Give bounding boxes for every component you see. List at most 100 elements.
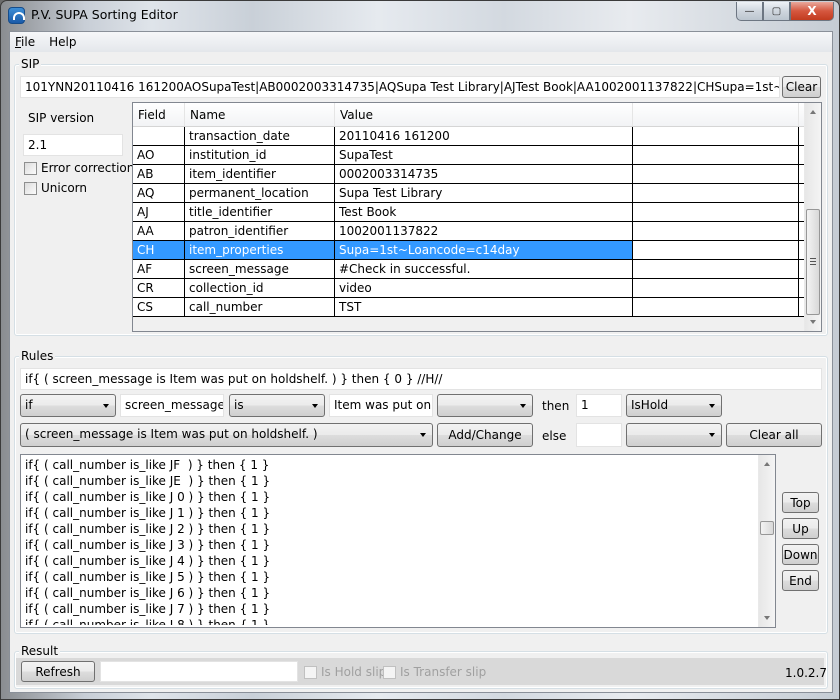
cell-value[interactable]: 20110416 161200 (335, 127, 633, 145)
clear-all-button[interactable]: Clear all (726, 423, 822, 447)
error-correction-checkbox[interactable]: Error correction (24, 161, 134, 175)
close-button[interactable]: X (790, 2, 834, 21)
is-hold-slip-box[interactable] (304, 665, 317, 679)
grid-row[interactable]: AO institution_id SupaTest (133, 146, 805, 165)
sip-version-input[interactable]: 2.1 (23, 134, 123, 156)
column-header-extra[interactable] (633, 103, 799, 126)
cell-extra[interactable] (633, 279, 799, 297)
title-bar[interactable]: P.V. SUPA Sorting Editor — ▢ X (1, 1, 839, 31)
cell-value[interactable]: Supa Test Library (335, 184, 633, 202)
cell-field[interactable]: CR (133, 279, 185, 297)
cell-value[interactable]: Test Book (335, 203, 633, 221)
cell-extra[interactable] (633, 127, 799, 145)
column-header-value[interactable]: Value (335, 103, 633, 126)
rule-list-item[interactable]: if{ ( call_number is_like JF ) } then { … (25, 457, 755, 473)
cell-name[interactable]: transaction_date (185, 127, 335, 145)
cell-value[interactable]: 1002001137822 (335, 222, 633, 240)
unicorn-box[interactable] (24, 181, 37, 195)
cell-value[interactable]: TST (335, 298, 633, 316)
rule-list-item[interactable]: if{ ( call_number is_like J 1 ) } then {… (25, 505, 755, 521)
add-change-button[interactable]: Add/Change (437, 423, 533, 447)
cell-value[interactable]: video (335, 279, 633, 297)
condition-value-input[interactable]: Item was put on h (329, 394, 433, 417)
rules-scrollbar[interactable] (758, 455, 775, 627)
column-header-field[interactable]: Field (133, 103, 185, 126)
cell-field[interactable]: CH (133, 241, 185, 259)
rules-scroll-thumb[interactable] (760, 521, 774, 535)
cell-extra[interactable] (633, 222, 799, 240)
else-value-input[interactable] (576, 423, 622, 447)
result-output[interactable] (100, 661, 298, 682)
move-down-button[interactable]: Down (782, 544, 819, 565)
current-rule-input[interactable]: if{ ( screen_message is Item was put on … (20, 368, 822, 390)
if-combo[interactable]: if (20, 394, 116, 417)
cell-value[interactable]: 0002003314735 (335, 165, 633, 183)
rules-list[interactable]: if{ ( call_number is_like JF ) } then { … (20, 454, 776, 628)
cell-name[interactable]: call_number (185, 298, 335, 316)
is-transfer-slip-box[interactable] (383, 665, 396, 679)
column-header-name[interactable]: Name (185, 103, 335, 126)
scroll-up-icon[interactable] (764, 462, 770, 466)
clear-sip-button[interactable]: Clear (782, 76, 821, 98)
grid-row[interactable]: AA patron_identifier 1002001137822 (133, 222, 805, 241)
cell-name[interactable]: permanent_location (185, 184, 335, 202)
move-end-button[interactable]: End (782, 570, 819, 591)
cell-field[interactable]: AO (133, 146, 185, 164)
rule-list-item[interactable]: if{ ( call_number is_like J 6 ) } then {… (25, 585, 755, 601)
then-value-input[interactable]: 1 (576, 394, 622, 417)
grid-scroll-thumb[interactable] (806, 209, 820, 315)
grid-row[interactable]: CS call_number TST (133, 298, 805, 317)
cell-value[interactable]: SupaTest (335, 146, 633, 164)
field-name-input[interactable]: screen_message (120, 394, 224, 417)
rule-list-item[interactable]: if{ ( call_number is_like J 5 ) } then {… (25, 569, 755, 585)
scroll-up-icon[interactable] (810, 110, 816, 114)
cell-extra[interactable] (633, 241, 799, 259)
grid-row[interactable]: CR collection_id video (133, 279, 805, 298)
rule-list-item[interactable]: if{ ( call_number is_like J 7 ) } then {… (25, 601, 755, 617)
operator-combo[interactable]: is (229, 394, 325, 417)
rule-list-item[interactable]: if{ ( call_number is_like J 0 ) } then {… (25, 489, 755, 505)
grid-row[interactable]: AB item_identifier 0002003314735 (133, 165, 805, 184)
sip-message-input[interactable]: 101YNN20110416 161200AOSupaTest|AB000200… (20, 76, 780, 98)
scroll-down-icon[interactable] (810, 320, 816, 324)
cell-field[interactable]: AJ (133, 203, 185, 221)
cell-name[interactable]: institution_id (185, 146, 335, 164)
cell-value[interactable]: Supa=1st~Loancode=c14day (335, 241, 633, 259)
cell-field[interactable] (133, 127, 185, 145)
cell-extra[interactable] (633, 298, 799, 316)
cell-field[interactable]: AQ (133, 184, 185, 202)
cell-name[interactable]: screen_message (185, 260, 335, 278)
cell-extra[interactable] (633, 203, 799, 221)
cell-name[interactable]: item_properties (185, 241, 335, 259)
condition-combo[interactable]: ( screen_message is Item was put on hold… (20, 423, 433, 447)
else-action-combo[interactable] (626, 423, 722, 447)
grid-row[interactable]: AF screen_message #Check in successful. (133, 260, 805, 279)
cell-field[interactable]: CS (133, 298, 185, 316)
rule-list-item[interactable]: if{ ( call_number is_like JE ) } then { … (25, 473, 755, 489)
grid-scrollbar[interactable] (804, 103, 821, 331)
is-hold-slip-checkbox[interactable]: Is Hold slip (304, 665, 386, 679)
grid-row[interactable]: AQ permanent_location Supa Test Library (133, 184, 805, 203)
cell-name[interactable]: collection_id (185, 279, 335, 297)
refresh-button[interactable]: Refresh (21, 661, 95, 682)
rule-list-item[interactable]: if{ ( call_number is_like J 4 ) } then {… (25, 553, 755, 569)
scroll-down-icon[interactable] (764, 616, 770, 620)
rule-list-item[interactable]: if{ ( call_number is_like J 8 ) } then {… (25, 617, 755, 625)
move-up-button[interactable]: Up (782, 518, 819, 539)
minimize-button[interactable]: — (736, 2, 763, 21)
cell-field[interactable]: AF (133, 260, 185, 278)
cell-extra[interactable] (633, 184, 799, 202)
unicorn-checkbox[interactable]: Unicorn (24, 181, 87, 195)
connector-combo[interactable] (437, 394, 533, 417)
is-transfer-slip-checkbox[interactable]: Is Transfer slip (383, 665, 486, 679)
maximize-button[interactable]: ▢ (763, 2, 790, 21)
cell-value[interactable]: #Check in successful. (335, 260, 633, 278)
cell-extra[interactable] (633, 165, 799, 183)
cell-name[interactable]: patron_identifier (185, 222, 335, 240)
menu-file[interactable]: File (15, 35, 35, 49)
cell-field[interactable]: AA (133, 222, 185, 240)
cell-field[interactable]: AB (133, 165, 185, 183)
move-top-button[interactable]: Top (782, 492, 819, 513)
grid-row[interactable]: transaction_date 20110416 161200 (133, 127, 805, 146)
error-correction-box[interactable] (24, 161, 37, 175)
